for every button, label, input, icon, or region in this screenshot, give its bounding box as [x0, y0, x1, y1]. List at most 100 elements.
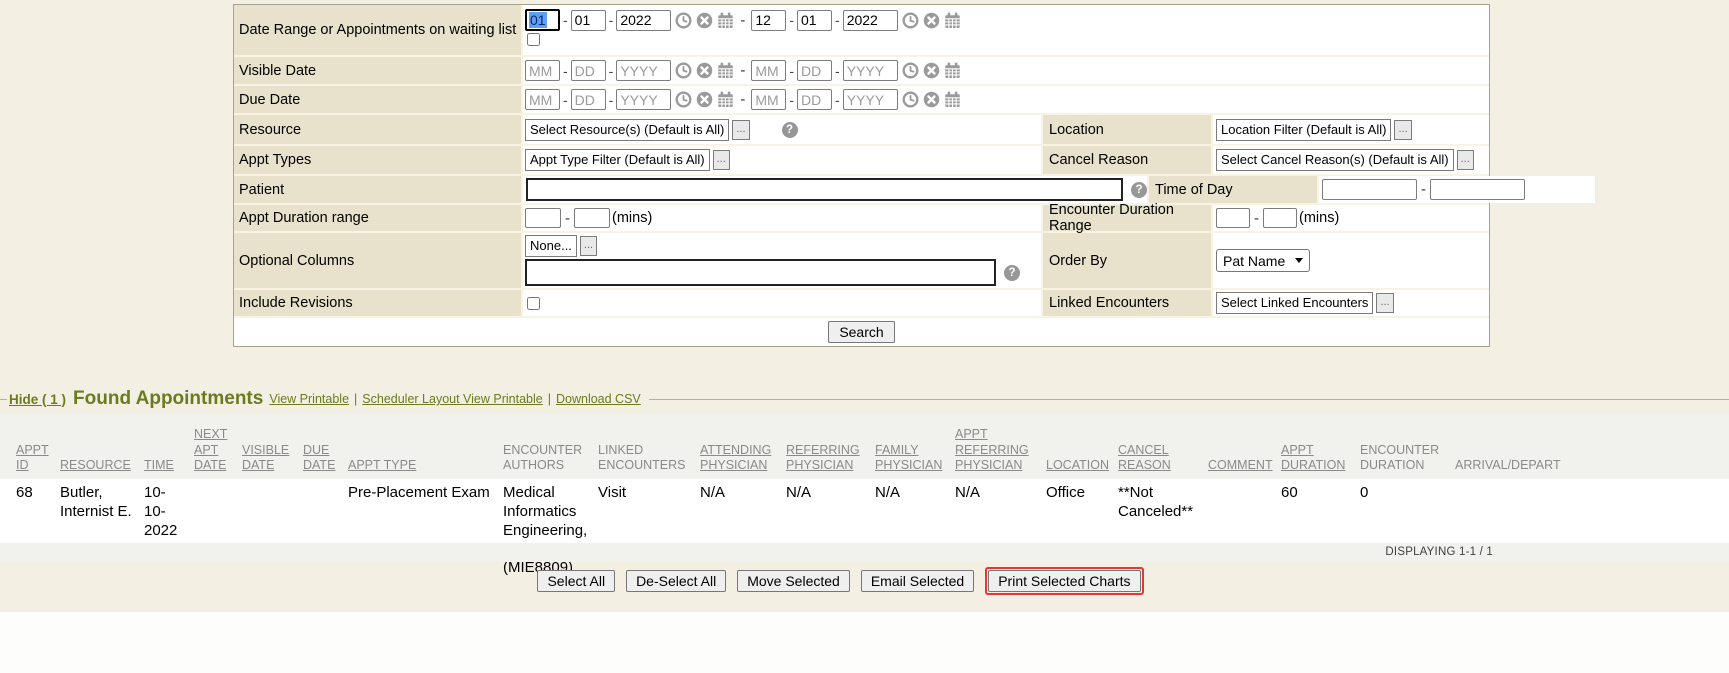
due-from-year-input[interactable]	[616, 89, 671, 110]
link-separator: |	[354, 392, 357, 406]
date-from-year-input[interactable]	[616, 10, 671, 31]
appt-type-filter-box[interactable]: Appt Type Filter (Default is All)	[525, 149, 710, 171]
visible-to-month-input[interactable]	[751, 60, 786, 81]
calendar-icon[interactable]	[944, 12, 961, 29]
date-range-row: Date Range or Appointments on waiting li…	[234, 5, 1489, 57]
encounter-duration-min-input[interactable]	[1216, 208, 1250, 228]
move-selected-button[interactable]: Move Selected	[737, 570, 850, 592]
date-to-day-input[interactable]	[797, 10, 832, 31]
date-to-year-input[interactable]	[843, 10, 898, 31]
table-row[interactable]: 68Butler, Internist E.10-10-2022 14:30Pr…	[0, 479, 1729, 543]
email-selected-button[interactable]: Email Selected	[861, 570, 974, 592]
column-header-cancel-reason[interactable]: CANCEL REASON	[1118, 443, 1208, 474]
due-to-day-input[interactable]	[797, 89, 832, 110]
cancel-reason-label: Cancel Reason	[1041, 146, 1213, 174]
column-header-referring-physician[interactable]: REFERRING PHYSICIAN	[786, 443, 875, 474]
search-button[interactable]: Search	[828, 321, 894, 343]
clear-date-icon[interactable]	[696, 91, 713, 108]
visible-from-month-input[interactable]	[525, 60, 560, 81]
order-by-select[interactable]: Pat Name	[1216, 249, 1310, 272]
date-to-month-input[interactable]	[751, 10, 786, 31]
clock-icon[interactable]	[675, 12, 692, 29]
help-icon[interactable]: ?	[1131, 182, 1147, 198]
help-icon[interactable]: ?	[1004, 265, 1020, 281]
column-header-resource[interactable]: RESOURCE	[60, 458, 144, 474]
cancel-reason-filter-box[interactable]: Select Cancel Reason(s) (Default is All)	[1216, 149, 1454, 171]
calendar-icon[interactable]	[717, 91, 734, 108]
found-appointments-title: Found Appointments	[73, 388, 263, 410]
linked-encounters-box[interactable]: Select Linked Encounters	[1216, 292, 1373, 314]
calendar-icon[interactable]	[717, 62, 734, 79]
column-header-linked-encounters: LINKED ENCOUNTERS	[598, 443, 700, 474]
time-of-day-start-input[interactable]	[1322, 179, 1417, 200]
linked-encounters-label: Linked Encounters	[1041, 290, 1213, 316]
dash: -	[561, 210, 574, 227]
clock-icon[interactable]	[902, 12, 919, 29]
optional-columns-box[interactable]: None...	[525, 235, 577, 257]
clear-date-icon[interactable]	[923, 91, 940, 108]
help-icon[interactable]: ?	[782, 122, 798, 138]
column-header-time[interactable]: TIME	[144, 458, 194, 474]
scheduler-layout-view-printable-link[interactable]: Scheduler Layout View Printable	[362, 392, 542, 406]
clock-icon[interactable]	[902, 62, 919, 79]
view-printable-link[interactable]: View Printable	[269, 392, 349, 406]
select-all-button[interactable]: Select All	[537, 570, 615, 592]
location-filter-box[interactable]: Location Filter (Default is All)	[1216, 119, 1391, 141]
due-to-year-input[interactable]	[843, 89, 898, 110]
visible-from-year-input[interactable]	[616, 60, 671, 81]
due-to-month-input[interactable]	[751, 89, 786, 110]
column-header-visible-date[interactable]: VISIBLE DATE	[242, 443, 303, 474]
column-header-due-date[interactable]: DUE DATE	[303, 443, 348, 474]
linked-encounters-more-button[interactable]: ...	[1376, 293, 1393, 313]
optional-columns-more-button[interactable]: ...	[580, 236, 597, 256]
resource-filter-box[interactable]: Select Resource(s) (Default is All)	[525, 119, 729, 141]
column-header-location[interactable]: LOCATION	[1046, 458, 1118, 474]
displaying-count: DISPLAYING 1-1 / 1	[1385, 546, 1493, 558]
clear-date-icon[interactable]	[696, 62, 713, 79]
date-range-label: Date Range or Appointments on waiting li…	[234, 5, 523, 55]
include-revisions-checkbox[interactable]	[527, 297, 540, 310]
due-from-day-input[interactable]	[571, 89, 606, 110]
date-from-day-input[interactable]	[571, 10, 606, 31]
optional-columns-input[interactable]	[525, 259, 996, 286]
encounter-duration-max-input[interactable]	[1263, 208, 1297, 228]
column-header-appt-type[interactable]: APPT TYPE	[348, 458, 503, 474]
waiting-list-checkbox[interactable]	[527, 33, 540, 46]
hide-results-link[interactable]: Hide ( 1 )	[9, 392, 66, 407]
table-cell: **Not Canceled**	[1118, 484, 1208, 522]
calendar-icon[interactable]	[944, 91, 961, 108]
dash: -	[562, 92, 569, 108]
calendar-icon[interactable]	[717, 12, 734, 29]
cancel-reason-more-button[interactable]: ...	[1457, 150, 1474, 170]
column-header-family-physician[interactable]: FAMILY PHYSICIAN	[875, 443, 955, 474]
time-of-day-end-input[interactable]	[1430, 179, 1525, 200]
visible-to-year-input[interactable]	[843, 60, 898, 81]
de-select-all-button[interactable]: De-Select All	[626, 570, 726, 592]
column-header-appt-referring-physician[interactable]: APPT REFERRING PHYSICIAN	[955, 427, 1046, 474]
due-from-month-input[interactable]	[525, 89, 560, 110]
appt-type-more-button[interactable]: ...	[713, 150, 730, 170]
column-header-comment[interactable]: COMMENT	[1208, 458, 1281, 474]
appt-duration-min-input[interactable]	[525, 208, 561, 228]
location-more-button[interactable]: ...	[1394, 120, 1411, 140]
column-header-appt-id[interactable]: APPT ID	[16, 443, 60, 474]
date-from-month-input[interactable]: 01	[525, 9, 560, 31]
visible-from-day-input[interactable]	[571, 60, 606, 81]
column-header-attending-physician[interactable]: ATTENDING PHYSICIAN	[700, 443, 786, 474]
column-header-next-apt-date[interactable]: NEXT APT DATE	[194, 427, 242, 474]
clock-icon[interactable]	[675, 91, 692, 108]
clock-icon[interactable]	[902, 91, 919, 108]
clock-icon[interactable]	[675, 62, 692, 79]
clear-date-icon[interactable]	[923, 12, 940, 29]
clear-date-icon[interactable]	[923, 62, 940, 79]
column-header-appt-duration[interactable]: APPT DURATION	[1281, 443, 1360, 474]
resource-more-button[interactable]: ...	[732, 120, 749, 140]
visible-to-day-input[interactable]	[797, 60, 832, 81]
calendar-icon[interactable]	[944, 62, 961, 79]
download-csv-link[interactable]: Download CSV	[556, 392, 641, 406]
print-selected-charts-button[interactable]: Print Selected Charts	[988, 570, 1140, 592]
due-date-row: Due Date - - - - -	[234, 86, 1489, 115]
patient-input[interactable]	[526, 178, 1123, 201]
clear-date-icon[interactable]	[696, 12, 713, 29]
appt-duration-max-input[interactable]	[574, 208, 610, 228]
